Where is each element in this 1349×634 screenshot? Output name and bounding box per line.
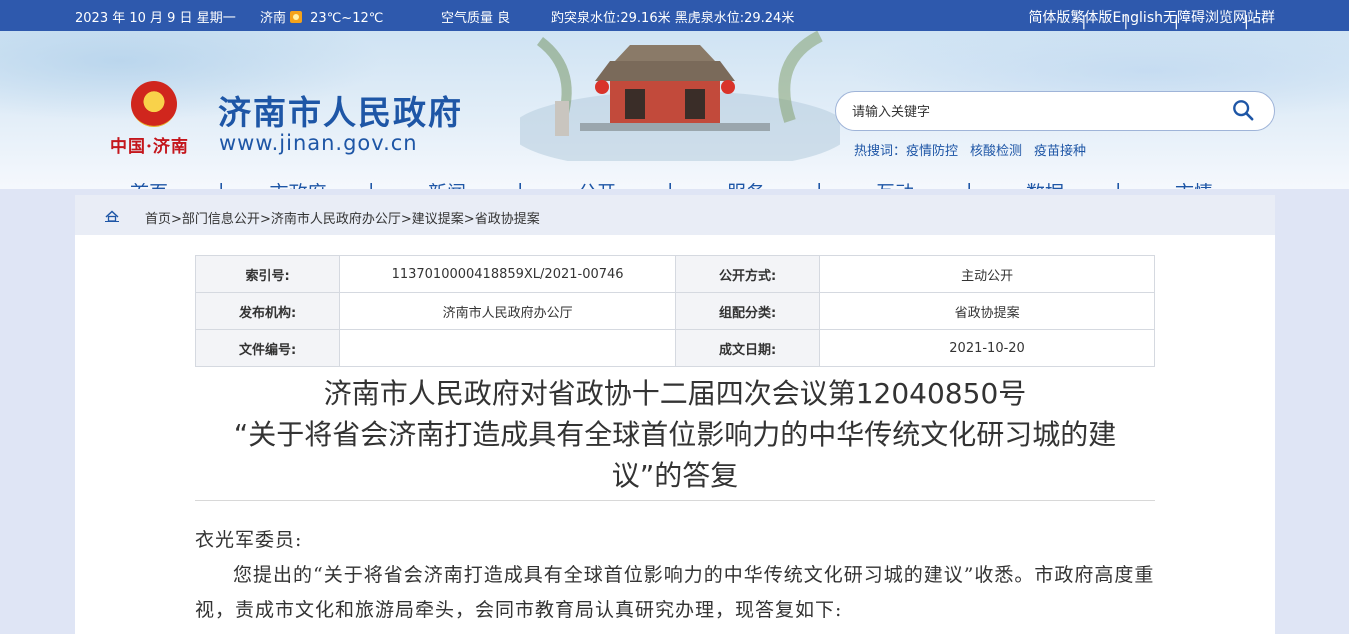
- nav-item-service[interactable]: 服务: [671, 178, 821, 189]
- salutation: 衣光军委员:: [195, 529, 303, 551]
- hot-word[interactable]: 疫情防控: [906, 144, 958, 159]
- city-text: 济南: [260, 11, 287, 26]
- nav-item-home[interactable]: 首页: [74, 178, 224, 189]
- document-body: 衣光军委员: 您提出的“关于将省会济南打造成具有全球首位影响力的中华传统文化研习…: [195, 523, 1155, 628]
- search-input[interactable]: [850, 101, 1214, 123]
- breadcrumb: 首页>部门信息公开>济南市人民政府办公厅>建议提案>省政协提案: [75, 195, 1275, 235]
- date-text: 2023 年 10 月 9 日 星期一: [75, 11, 236, 26]
- document-meta-table: 索引号: 1137010000418859XL/2021-00746 公开方式:…: [194, 255, 1155, 367]
- breadcrumb-link[interactable]: 首页: [145, 212, 171, 227]
- meta-value: 1137010000418859XL/2021-00746: [339, 255, 677, 293]
- breadcrumb-trail: 首页>部门信息公开>济南市人民政府办公厅>建议提案>省政协提案: [145, 212, 540, 227]
- hot-search-label: 热搜词：: [854, 144, 907, 159]
- breadcrumb-link[interactable]: 建议提案: [412, 212, 464, 227]
- hot-word[interactable]: 核酸检测: [970, 144, 1022, 159]
- hot-word[interactable]: 疫苗接种: [1034, 144, 1086, 159]
- water-level-text: 趵突泉水位:29.16米 黑虎泉水位:29.24米: [551, 11, 795, 26]
- link-simplified[interactable]: 简体版: [1028, 10, 1070, 26]
- china-jinan-logo: 中国·济南: [110, 137, 189, 157]
- meta-value: 主动公开: [819, 255, 1155, 293]
- main-nav: 首页 | 市政府 | 新闻 | 公开 | 服务 | 互动 | 数据 | 市情: [74, 178, 1274, 189]
- site-url: www.jinan.gov.cn: [219, 131, 418, 155]
- nav-item-public[interactable]: 公开: [522, 178, 672, 189]
- link-traditional[interactable]: 繁体版: [1070, 10, 1112, 26]
- nav-item-interaction[interactable]: 互动: [820, 178, 970, 189]
- site-header: 中国·济南 济南市人民政府 www.jinan.gov.cn 热搜词：疫情防控核…: [0, 31, 1349, 189]
- breadcrumb-link[interactable]: 济南市人民政府办公厅: [271, 212, 401, 227]
- body-paragraph: 您提出的“关于将省会济南打造成具有全球首位影响力的中华传统文化研习城的建议”收悉…: [195, 564, 1155, 621]
- national-emblem-icon: [131, 81, 177, 127]
- temperature-text: 23℃~12℃: [310, 11, 384, 26]
- top-links: 简体版 | 繁体版 | English | 无障碍浏览 | 网站群: [1028, 10, 1275, 30]
- title-line: 议”的答复: [611, 459, 739, 492]
- breadcrumb-link[interactable]: 省政协提案: [475, 212, 540, 227]
- table-row: 发布机构: 济南市人民政府办公厅 组配分类: 省政协提案: [194, 292, 1155, 330]
- title-line: “关于将省会济南打造成具有全球首位影响力的中华传统文化研习城的建: [233, 418, 1117, 451]
- meta-label: 成文日期:: [675, 329, 821, 367]
- meta-value: 省政协提案: [819, 292, 1155, 330]
- link-english[interactable]: English: [1112, 10, 1163, 26]
- content-panel: 首页>部门信息公开>济南市人民政府办公厅>建议提案>省政协提案 索引号: 113…: [75, 195, 1275, 634]
- air-quality-text: 空气质量 良: [441, 11, 511, 26]
- divider: [195, 500, 1155, 501]
- link-site-group[interactable]: 网站群: [1233, 10, 1275, 26]
- meta-value: [339, 329, 677, 367]
- search-icon[interactable]: [1232, 99, 1254, 121]
- site-title[interactable]: 济南市人民政府: [218, 86, 463, 134]
- meta-label: 公开方式:: [675, 255, 821, 293]
- document-title: 济南市人民政府对省政协十二届四次会议第12040850号 “关于将省会济南打造成…: [195, 373, 1155, 496]
- meta-label: 文件编号:: [194, 329, 341, 367]
- meta-label: 索引号:: [194, 255, 341, 293]
- title-line: 济南市人民政府对省政协十二届四次会议第12040850号: [323, 377, 1027, 410]
- pavilion-illustration: [520, 31, 840, 161]
- weather: 济南 23℃~12℃: [260, 7, 383, 26]
- breadcrumb-link[interactable]: 部门信息公开: [182, 212, 260, 227]
- home-icon: [105, 210, 119, 222]
- top-info-bar: 2023 年 10 月 9 日 星期一 济南 23℃~12℃ 空气质量 良 趵突…: [0, 0, 1349, 31]
- nav-item-data[interactable]: 数据: [970, 178, 1120, 189]
- nav-item-city[interactable]: 市情: [1119, 178, 1269, 189]
- table-row: 索引号: 1137010000418859XL/2021-00746 公开方式:…: [194, 255, 1155, 293]
- meta-label: 发布机构:: [194, 292, 341, 330]
- hot-search-words: 热搜词：疫情防控 核酸检测 疫苗接种: [854, 140, 1098, 159]
- table-row: 文件编号: 成文日期: 2021-10-20: [194, 329, 1155, 367]
- sunny-icon: [290, 11, 303, 23]
- meta-value: 济南市人民政府办公厅: [339, 292, 677, 330]
- search-box: [835, 91, 1275, 131]
- nav-item-government[interactable]: 市政府: [223, 178, 373, 189]
- meta-value: 2021-10-20: [819, 329, 1155, 367]
- nav-item-news[interactable]: 新闻: [372, 178, 522, 189]
- meta-label: 组配分类:: [675, 292, 821, 330]
